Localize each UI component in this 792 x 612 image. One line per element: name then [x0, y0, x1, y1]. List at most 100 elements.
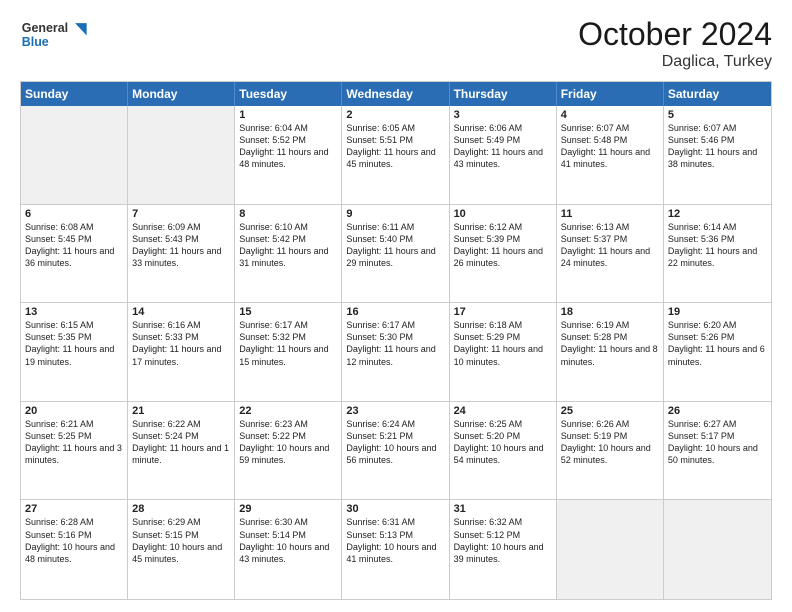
cell-info: Sunrise: 6:18 AMSunset: 5:29 PMDaylight:… — [454, 319, 552, 368]
weekday-header-thursday: Thursday — [450, 82, 557, 106]
day-number: 7 — [132, 208, 230, 220]
calendar-cell: 5Sunrise: 6:07 AMSunset: 5:46 PMDaylight… — [664, 106, 771, 204]
cell-info: Sunrise: 6:07 AMSunset: 5:46 PMDaylight:… — [668, 122, 767, 171]
weekday-header-sunday: Sunday — [21, 82, 128, 106]
week-row-1: 1Sunrise: 6:04 AMSunset: 5:52 PMDaylight… — [21, 106, 771, 205]
calendar-cell: 11Sunrise: 6:13 AMSunset: 5:37 PMDayligh… — [557, 205, 664, 303]
cell-info: Sunrise: 6:25 AMSunset: 5:20 PMDaylight:… — [454, 418, 552, 467]
day-number: 4 — [561, 109, 659, 121]
calendar-cell: 3Sunrise: 6:06 AMSunset: 5:49 PMDaylight… — [450, 106, 557, 204]
month-title: October 2024 — [578, 16, 772, 53]
day-number: 28 — [132, 503, 230, 515]
day-number: 18 — [561, 306, 659, 318]
day-number: 14 — [132, 306, 230, 318]
calendar-cell: 1Sunrise: 6:04 AMSunset: 5:52 PMDaylight… — [235, 106, 342, 204]
cell-info: Sunrise: 6:06 AMSunset: 5:49 PMDaylight:… — [454, 122, 552, 171]
calendar-cell: 19Sunrise: 6:20 AMSunset: 5:26 PMDayligh… — [664, 303, 771, 401]
cell-info: Sunrise: 6:07 AMSunset: 5:48 PMDaylight:… — [561, 122, 659, 171]
day-number: 22 — [239, 405, 337, 417]
day-number: 9 — [346, 208, 444, 220]
day-number: 25 — [561, 405, 659, 417]
title-area: October 2024 Daglica, Turkey — [578, 16, 772, 71]
day-number: 15 — [239, 306, 337, 318]
day-number: 30 — [346, 503, 444, 515]
calendar-cell: 10Sunrise: 6:12 AMSunset: 5:39 PMDayligh… — [450, 205, 557, 303]
calendar-cell: 2Sunrise: 6:05 AMSunset: 5:51 PMDaylight… — [342, 106, 449, 204]
calendar-cell: 8Sunrise: 6:10 AMSunset: 5:42 PMDaylight… — [235, 205, 342, 303]
cell-info: Sunrise: 6:24 AMSunset: 5:21 PMDaylight:… — [346, 418, 444, 467]
cell-info: Sunrise: 6:05 AMSunset: 5:51 PMDaylight:… — [346, 122, 444, 171]
cell-info: Sunrise: 6:27 AMSunset: 5:17 PMDaylight:… — [668, 418, 767, 467]
cell-info: Sunrise: 6:16 AMSunset: 5:33 PMDaylight:… — [132, 319, 230, 368]
calendar-cell: 16Sunrise: 6:17 AMSunset: 5:30 PMDayligh… — [342, 303, 449, 401]
calendar-cell: 25Sunrise: 6:26 AMSunset: 5:19 PMDayligh… — [557, 402, 664, 500]
day-number: 23 — [346, 405, 444, 417]
cell-info: Sunrise: 6:13 AMSunset: 5:37 PMDaylight:… — [561, 221, 659, 270]
calendar-cell: 9Sunrise: 6:11 AMSunset: 5:40 PMDaylight… — [342, 205, 449, 303]
page: General Blue October 2024 Daglica, Turke… — [0, 0, 792, 612]
cell-info: Sunrise: 6:04 AMSunset: 5:52 PMDaylight:… — [239, 122, 337, 171]
cell-info: Sunrise: 6:22 AMSunset: 5:24 PMDaylight:… — [132, 418, 230, 467]
week-row-5: 27Sunrise: 6:28 AMSunset: 5:16 PMDayligh… — [21, 500, 771, 599]
day-number: 12 — [668, 208, 767, 220]
calendar-cell — [128, 106, 235, 204]
calendar-cell — [557, 500, 664, 599]
calendar-cell: 6Sunrise: 6:08 AMSunset: 5:45 PMDaylight… — [21, 205, 128, 303]
cell-info: Sunrise: 6:14 AMSunset: 5:36 PMDaylight:… — [668, 221, 767, 270]
cell-info: Sunrise: 6:17 AMSunset: 5:30 PMDaylight:… — [346, 319, 444, 368]
cell-info: Sunrise: 6:23 AMSunset: 5:22 PMDaylight:… — [239, 418, 337, 467]
day-number: 10 — [454, 208, 552, 220]
day-number: 26 — [668, 405, 767, 417]
calendar-cell: 22Sunrise: 6:23 AMSunset: 5:22 PMDayligh… — [235, 402, 342, 500]
calendar-cell: 17Sunrise: 6:18 AMSunset: 5:29 PMDayligh… — [450, 303, 557, 401]
calendar-cell: 31Sunrise: 6:32 AMSunset: 5:12 PMDayligh… — [450, 500, 557, 599]
calendar-cell — [21, 106, 128, 204]
day-number: 3 — [454, 109, 552, 121]
cell-info: Sunrise: 6:11 AMSunset: 5:40 PMDaylight:… — [346, 221, 444, 270]
calendar-cell: 7Sunrise: 6:09 AMSunset: 5:43 PMDaylight… — [128, 205, 235, 303]
cell-info: Sunrise: 6:19 AMSunset: 5:28 PMDaylight:… — [561, 319, 659, 368]
day-number: 2 — [346, 109, 444, 121]
cell-info: Sunrise: 6:20 AMSunset: 5:26 PMDaylight:… — [668, 319, 767, 368]
day-number: 17 — [454, 306, 552, 318]
week-row-3: 13Sunrise: 6:15 AMSunset: 5:35 PMDayligh… — [21, 303, 771, 402]
calendar-cell: 21Sunrise: 6:22 AMSunset: 5:24 PMDayligh… — [128, 402, 235, 500]
day-number: 11 — [561, 208, 659, 220]
header: General Blue October 2024 Daglica, Turke… — [20, 16, 772, 71]
subtitle: Daglica, Turkey — [578, 53, 772, 71]
logo-svg: General Blue — [20, 16, 100, 56]
calendar-cell: 24Sunrise: 6:25 AMSunset: 5:20 PMDayligh… — [450, 402, 557, 500]
weekday-header-tuesday: Tuesday — [235, 82, 342, 106]
cell-info: Sunrise: 6:29 AMSunset: 5:15 PMDaylight:… — [132, 516, 230, 565]
calendar-cell: 23Sunrise: 6:24 AMSunset: 5:21 PMDayligh… — [342, 402, 449, 500]
cell-info: Sunrise: 6:31 AMSunset: 5:13 PMDaylight:… — [346, 516, 444, 565]
day-number: 13 — [25, 306, 123, 318]
weekday-header-wednesday: Wednesday — [342, 82, 449, 106]
calendar-body: 1Sunrise: 6:04 AMSunset: 5:52 PMDaylight… — [21, 106, 771, 599]
cell-info: Sunrise: 6:17 AMSunset: 5:32 PMDaylight:… — [239, 319, 337, 368]
svg-text:Blue: Blue — [22, 35, 49, 49]
cell-info: Sunrise: 6:26 AMSunset: 5:19 PMDaylight:… — [561, 418, 659, 467]
calendar-cell: 29Sunrise: 6:30 AMSunset: 5:14 PMDayligh… — [235, 500, 342, 599]
cell-info: Sunrise: 6:09 AMSunset: 5:43 PMDaylight:… — [132, 221, 230, 270]
calendar-cell: 15Sunrise: 6:17 AMSunset: 5:32 PMDayligh… — [235, 303, 342, 401]
day-number: 29 — [239, 503, 337, 515]
svg-text:General: General — [22, 21, 68, 35]
cell-info: Sunrise: 6:28 AMSunset: 5:16 PMDaylight:… — [25, 516, 123, 565]
day-number: 31 — [454, 503, 552, 515]
calendar-cell: 28Sunrise: 6:29 AMSunset: 5:15 PMDayligh… — [128, 500, 235, 599]
calendar-cell: 13Sunrise: 6:15 AMSunset: 5:35 PMDayligh… — [21, 303, 128, 401]
calendar-cell: 26Sunrise: 6:27 AMSunset: 5:17 PMDayligh… — [664, 402, 771, 500]
cell-info: Sunrise: 6:21 AMSunset: 5:25 PMDaylight:… — [25, 418, 123, 467]
weekday-header-saturday: Saturday — [664, 82, 771, 106]
day-number: 8 — [239, 208, 337, 220]
day-number: 21 — [132, 405, 230, 417]
calendar: SundayMondayTuesdayWednesdayThursdayFrid… — [20, 81, 772, 600]
day-number: 19 — [668, 306, 767, 318]
cell-info: Sunrise: 6:08 AMSunset: 5:45 PMDaylight:… — [25, 221, 123, 270]
weekday-header-monday: Monday — [128, 82, 235, 106]
weekday-header-friday: Friday — [557, 82, 664, 106]
week-row-2: 6Sunrise: 6:08 AMSunset: 5:45 PMDaylight… — [21, 205, 771, 304]
logo: General Blue — [20, 16, 100, 56]
day-number: 20 — [25, 405, 123, 417]
